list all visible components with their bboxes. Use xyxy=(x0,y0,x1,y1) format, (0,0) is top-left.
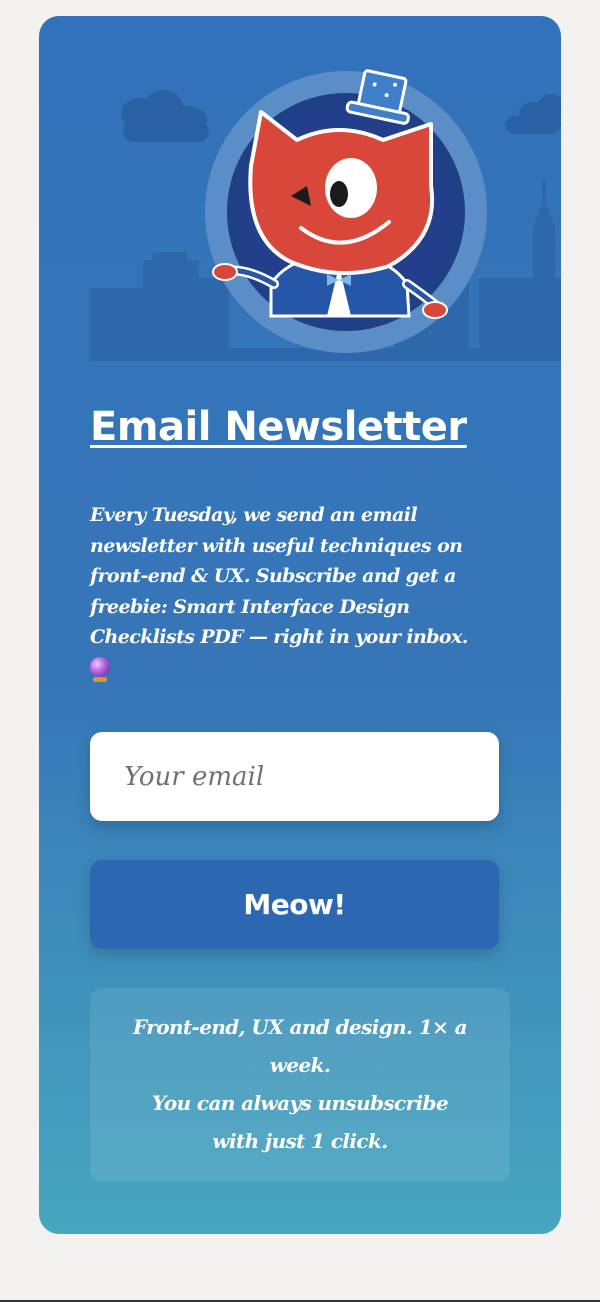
hero-illustration xyxy=(89,69,561,361)
subscription-note: Front-end, UX and design. 1× a week. You… xyxy=(90,988,510,1182)
newsletter-description: Every Tuesday, we send an email newslett… xyxy=(90,500,500,683)
subscribe-button[interactable]: Meow! xyxy=(90,860,499,949)
newsletter-title[interactable]: Email Newsletter xyxy=(90,404,467,450)
crystal-ball-icon xyxy=(90,656,110,682)
newsletter-card: Email Newsletter Every Tuesday, we send … xyxy=(39,16,561,1234)
note-unsubscribe: You can always unsubscribe with just 1 c… xyxy=(151,1091,449,1153)
description-text: Every Tuesday, we send an email newslett… xyxy=(90,504,468,648)
email-input[interactable] xyxy=(90,732,499,821)
note-frequency: Front-end, UX and design. 1× a week. xyxy=(133,1015,468,1077)
